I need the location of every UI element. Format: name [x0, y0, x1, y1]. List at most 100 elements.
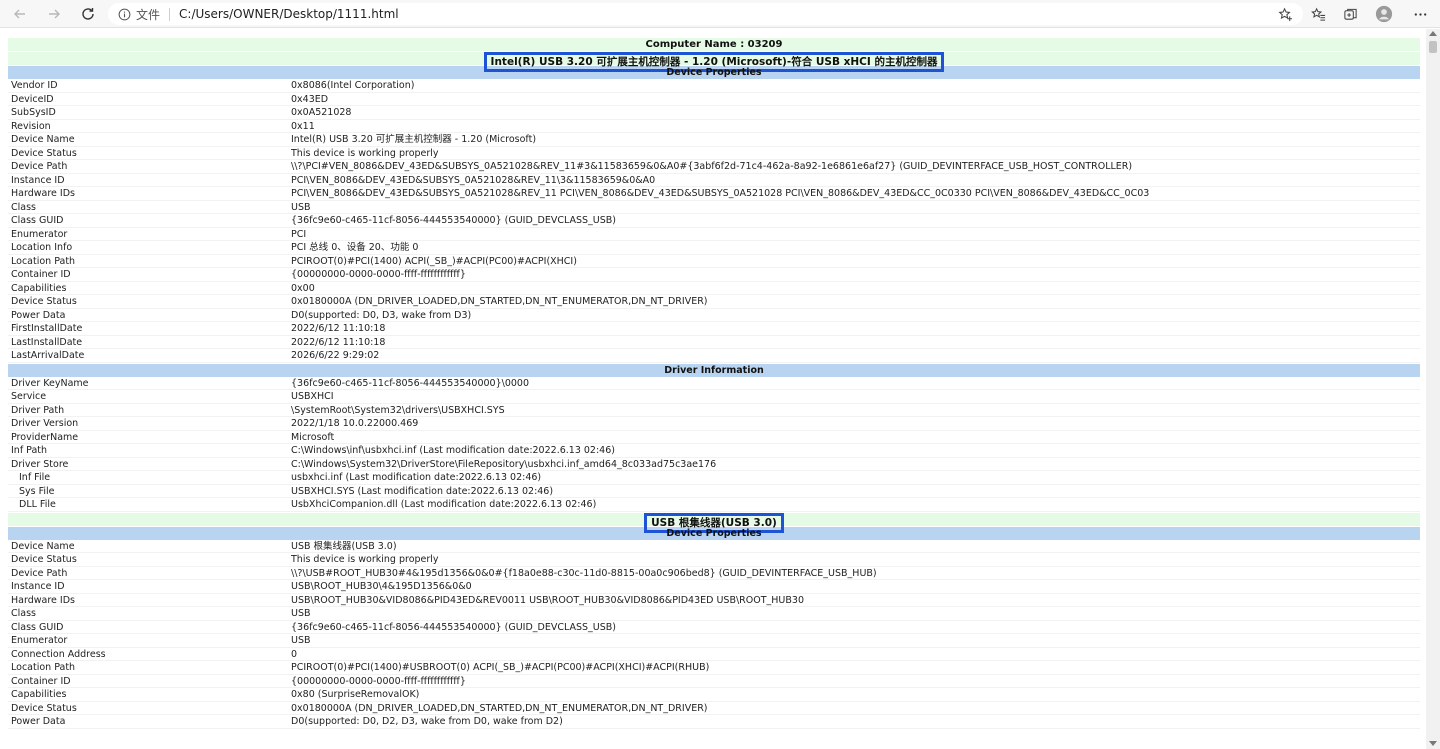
property-row: Service USBXHCI	[8, 390, 1420, 404]
back-button[interactable]	[8, 3, 32, 25]
browser-toolbar: 文件 C:/Users/OWNER/Desktop/1111.html	[0, 0, 1440, 28]
collections-icon	[1343, 8, 1357, 20]
property-row: Location Path PCIROOT(0)#PCI(1400)#USBROO…	[8, 661, 1420, 675]
device-properties-header: Device Properties	[8, 66, 1420, 79]
property-key: Hardware IDs	[11, 594, 75, 606]
refresh-button[interactable]	[76, 3, 100, 25]
favorite-add-icon	[1277, 7, 1292, 21]
vertical-scrollbar[interactable]	[1426, 29, 1440, 749]
page-content: Computer Name : 03209 Intel(R) USB 3.20 …	[0, 29, 1426, 749]
property-key: LastArrivalDate	[11, 350, 85, 361]
favorites-icon	[1310, 7, 1325, 21]
property-key: Class GUID	[11, 621, 64, 633]
device-title-header: USB 根集线器(USB 3.0)	[8, 512, 1420, 533]
scheme-label: 文件	[136, 7, 161, 22]
property-row: Capabilities 0x80 (SurpriseRemovalOK)	[8, 688, 1420, 702]
property-key: Class GUID	[11, 215, 64, 226]
property-value: USB	[291, 608, 311, 619]
property-value: {00000000-0000-0000-ffff-ffffffffffff}	[291, 269, 466, 280]
property-row: Location Info PCI 总线 0、设备 20、功能 0	[8, 241, 1420, 255]
property-key: Sys File	[19, 485, 55, 497]
property-key: Device Path	[11, 161, 68, 172]
property-value: USB	[291, 635, 311, 646]
property-key: Enumerator	[11, 635, 68, 646]
collections-button[interactable]	[1340, 4, 1360, 24]
property-row: Capabilities 0x00	[8, 282, 1420, 295]
more-icon	[1414, 12, 1426, 16]
property-row: Sys File USBXHCI.SYS (Last modification d…	[8, 485, 1420, 498]
property-row: Class GUID {36fc9e60-c465-11cf-8056-44455…	[8, 621, 1420, 634]
property-value: 0x0A521028	[291, 107, 352, 118]
property-row: Device Status 0x0180000A (DN_DRIVER_LOADE…	[8, 295, 1420, 309]
property-row: Class GUID {36fc9e60-c465-11cf-8056-44455…	[8, 214, 1420, 228]
property-key: Location Path	[11, 255, 76, 267]
info-icon[interactable]	[117, 7, 131, 21]
property-key: FirstInstallDate	[11, 323, 83, 334]
property-value: D0(supported: D0, D2, D3, wake from D0, …	[291, 716, 563, 727]
property-value: USBXHCI	[291, 391, 334, 402]
property-row: Device Status This device is working prop…	[8, 147, 1420, 160]
address-bar[interactable]: 文件 C:/Users/OWNER/Desktop/1111.html	[108, 3, 1303, 25]
forward-button[interactable]	[42, 3, 66, 25]
property-row: FirstInstallDate 2022/6/12 11:10:18	[8, 322, 1420, 336]
property-row: Revision 0x11	[8, 120, 1420, 133]
property-value: UsbXhciCompanion.dll (Last modification …	[291, 499, 597, 510]
property-key: Container ID	[11, 269, 71, 280]
property-key: Instance ID	[11, 174, 65, 186]
property-key: DLL File	[19, 499, 56, 510]
more-button[interactable]	[1410, 4, 1430, 24]
property-value: 0	[291, 648, 298, 660]
property-value: PCI	[291, 228, 307, 240]
property-key: Capabilities	[11, 689, 67, 700]
add-favorite-button[interactable]	[1277, 6, 1293, 22]
property-key: Instance ID	[11, 581, 65, 592]
property-key: Inf Path	[11, 445, 48, 456]
property-value: C:\Windows\inf\usbxhci.inf (Last modific…	[291, 445, 615, 456]
property-row: Hardware IDs USB\ROOT_HUB30&VID8086&PID43…	[8, 594, 1420, 607]
property-value: \\?\USB#ROOT_HUB30#4&195d1356&0&0#{f18a0…	[291, 567, 877, 579]
property-key: Container ID	[11, 675, 71, 687]
scroll-down-icon[interactable]	[1429, 741, 1437, 746]
property-row: Class USB	[8, 201, 1420, 214]
property-row: Instance ID USB\ROOT_HUB30\4&195D1356&0&0	[8, 580, 1420, 594]
property-value: USB 根集线器(USB 3.0)	[291, 540, 397, 552]
property-row: LastArrivalDate 2026/6/22 9:29:02	[8, 349, 1420, 363]
property-value: Intel(R) USB 3.20 可扩展主机控制器 - 1.20 (Micro…	[291, 134, 537, 145]
computer-name-header: Computer Name : 03209	[8, 38, 1420, 51]
property-value: PCIROOT(0)#PCI(1400)#USBROOT(0) ACPI(_SB…	[291, 662, 710, 673]
property-value: {36fc9e60-c465-11cf-8056-444553540000} (…	[291, 621, 617, 633]
scrollbar-thumb[interactable]	[1429, 41, 1437, 53]
property-row: Instance ID PCI\VEN_8086&DEV_43ED&SUBSYS_…	[8, 174, 1420, 187]
property-row: Driver KeyName {36fc9e60-c465-11cf-8056-4…	[8, 377, 1420, 390]
forward-icon	[49, 9, 60, 19]
property-value: USB\ROOT_HUB30\4&195D1356&0&0	[291, 581, 472, 592]
url-text[interactable]: C:/Users/OWNER/Desktop/1111.html	[179, 7, 399, 21]
profile-button[interactable]	[1374, 4, 1394, 24]
property-key: ProviderName	[11, 431, 79, 443]
property-value: Microsoft	[291, 431, 335, 443]
property-row: Driver Store C:\Windows\System32\DriverSt…	[8, 458, 1420, 471]
property-row: Device Status 0x0180000A (DN_DRIVER_LOADE…	[8, 702, 1420, 715]
property-value: PCIROOT(0)#PCI(1400) ACPI(_SB_)#ACPI(PC0…	[291, 255, 577, 267]
property-row: Device Path \\?\USB#ROOT_HUB30#4&195d1356…	[8, 567, 1420, 580]
property-key: Location Path	[11, 662, 76, 673]
property-value: PCI 总线 0、设备 20、功能 0	[291, 242, 419, 253]
property-key: Class	[11, 201, 36, 213]
property-value: {00000000-0000-0000-ffff-ffffffffffff}	[291, 675, 466, 687]
property-key: Driver Version	[11, 418, 79, 429]
property-row: Driver Path \SystemRoot\System32\drivers\…	[8, 404, 1420, 417]
scroll-up-icon[interactable]	[1429, 31, 1437, 36]
back-icon	[14, 9, 25, 19]
favorites-button[interactable]	[1308, 4, 1328, 24]
property-key: Device Status	[11, 296, 77, 307]
property-key: Device Name	[11, 540, 75, 552]
property-row: Device Status This device is working prop…	[8, 553, 1420, 567]
property-value: This device is working properly	[291, 554, 439, 565]
profile-icon	[1375, 5, 1393, 23]
property-value: \SystemRoot\System32\drivers\USBXHCI.SYS	[291, 404, 505, 416]
property-key: Capabilities	[11, 282, 67, 294]
property-key: Driver Store	[11, 458, 69, 470]
property-value: 2026/6/22 9:29:02	[291, 350, 380, 361]
property-value: 0x11	[291, 120, 315, 132]
property-row: SubSysID 0x0A521028	[8, 106, 1420, 120]
